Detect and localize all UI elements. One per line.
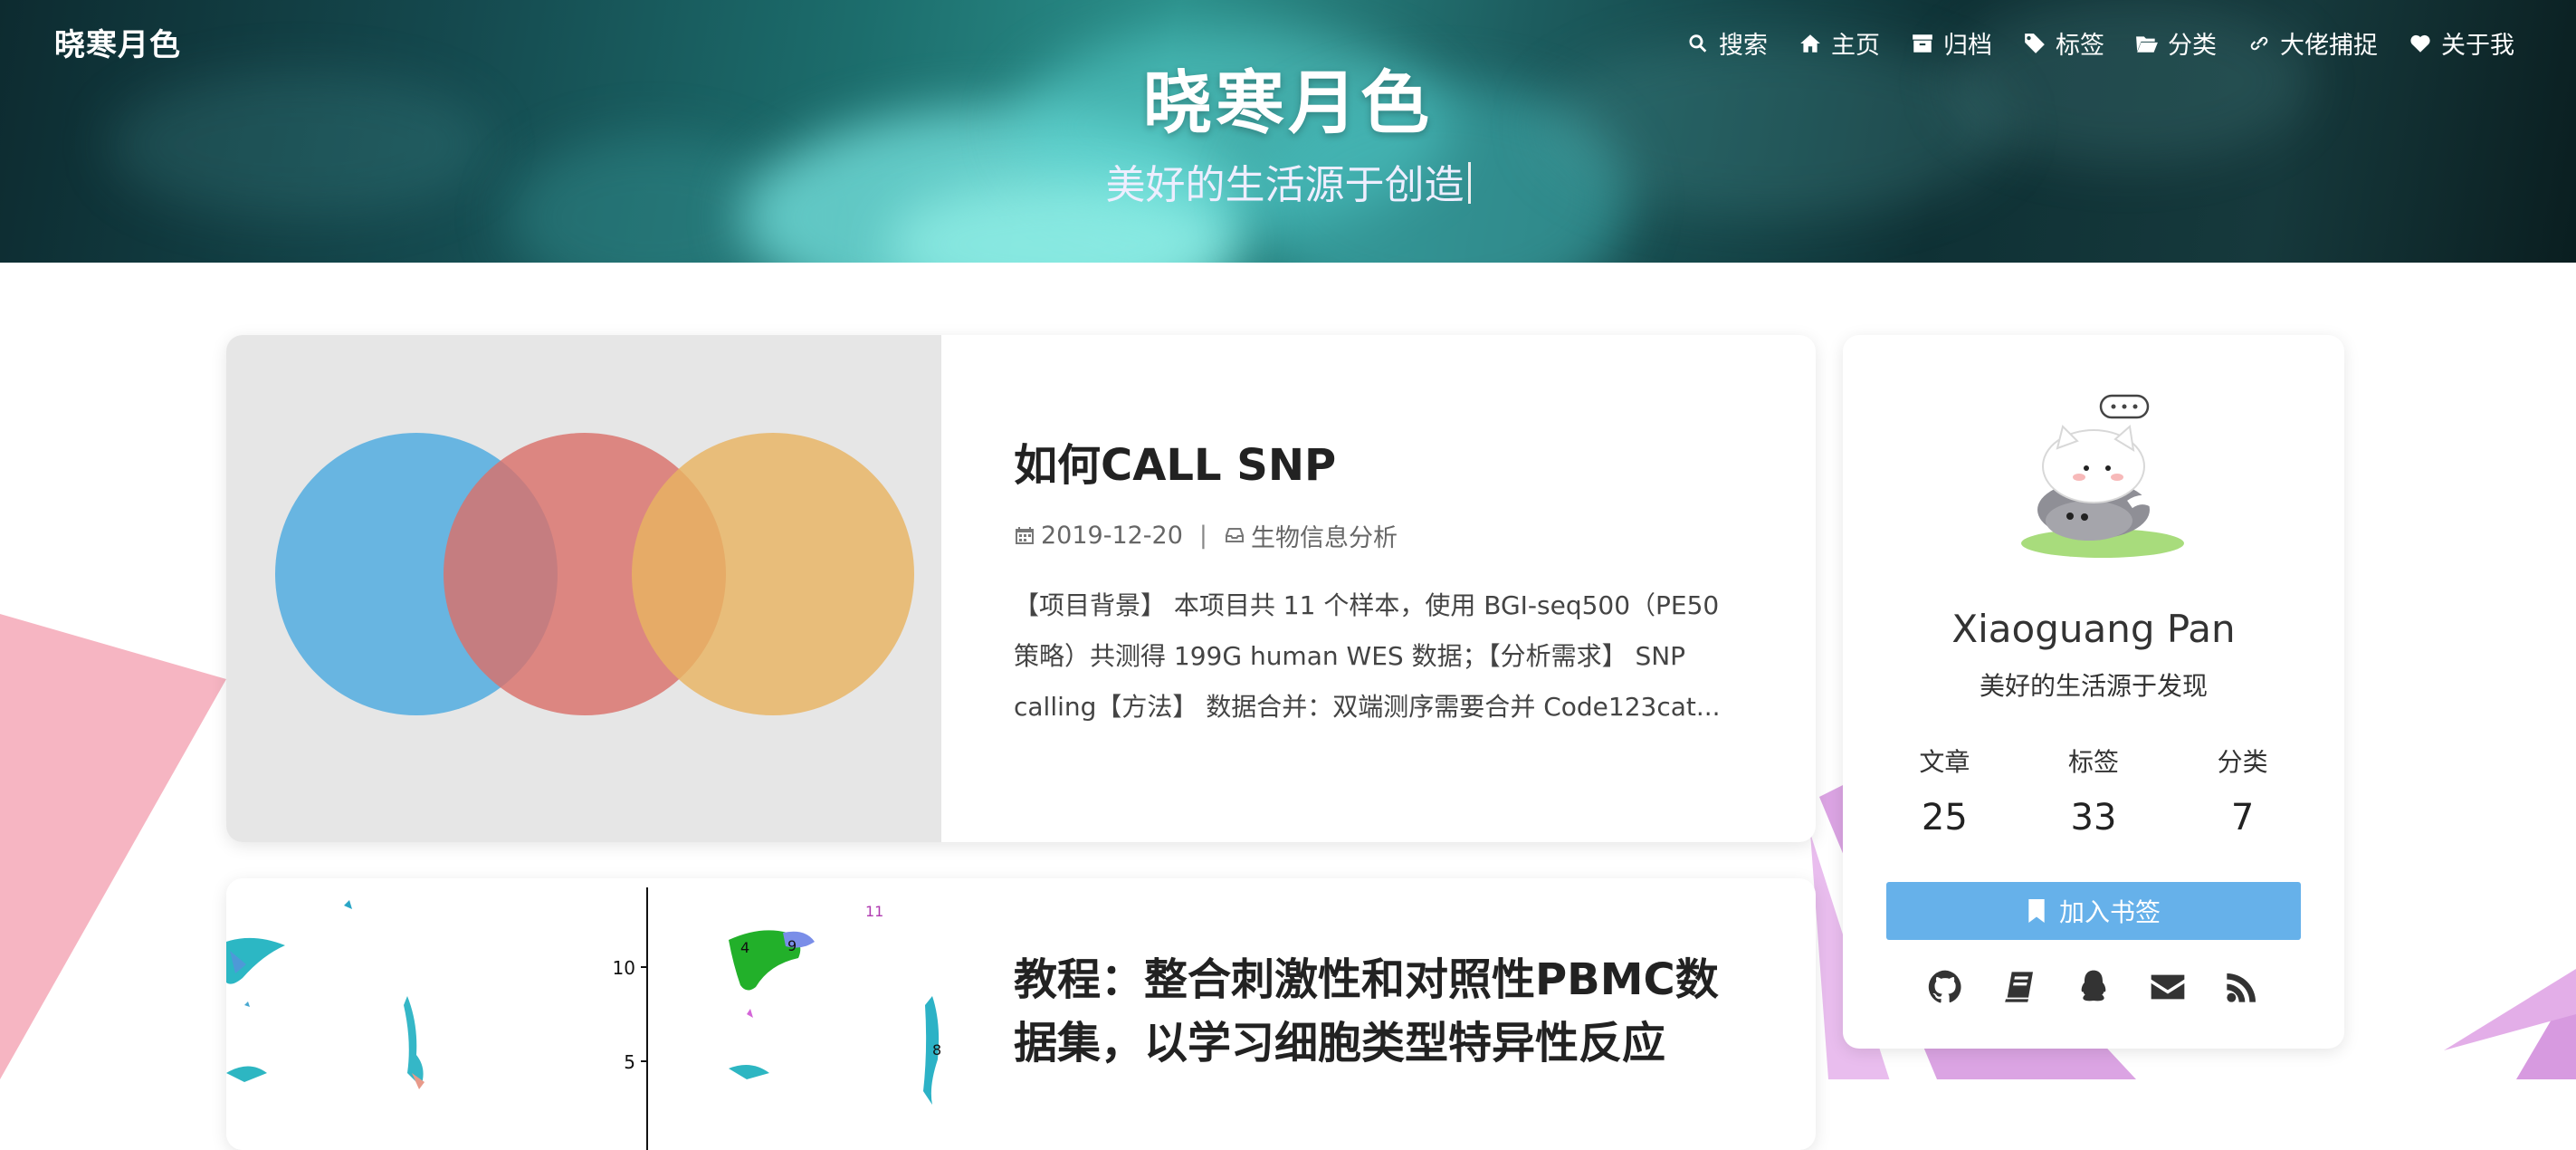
cluster-label: 4	[740, 939, 749, 956]
post-thumbnail[interactable]	[226, 335, 941, 842]
post-body: 教程：整合刺激性和对照性PBMC数据集，以学习细胞类型特异性反应	[1014, 878, 1734, 1075]
post-meta: 2019-12-20 | 生物信息分析	[1014, 518, 1734, 553]
cluster-label: 8	[932, 1041, 941, 1059]
inbox-icon	[1226, 528, 1245, 543]
profile-name: Xiaoguang Pan	[1951, 607, 2236, 651]
stat-tags[interactable]: 标签 33	[2030, 743, 2157, 839]
rss-link[interactable]	[2224, 969, 2260, 1005]
profile-card: Xiaoguang Pan 美好的生活源于发现 文章 25 标签 33 分类 7…	[1843, 335, 2344, 1049]
profile-stats: 文章 25 标签 33 分类 7	[1843, 743, 2344, 839]
stat-label: 文章	[1919, 747, 1970, 777]
post-body: 如何CALL SNP 2019-12-20 | 生物信息分析 【项目背景】 本项…	[1014, 335, 1734, 733]
envelope-icon	[2151, 974, 2185, 1000]
stat-value: 33	[2070, 797, 2117, 839]
post-thumbnail[interactable]: 10 5 2 11 4 9 8	[226, 878, 941, 1150]
post-card[interactable]: 10 5 2 11 4 9 8 教程：整合刺激性和对照性PBMC数据集，以学习细…	[226, 878, 1816, 1150]
blog-link[interactable]	[2001, 969, 2037, 1005]
post-title[interactable]: 如何CALL SNP	[1014, 435, 1734, 498]
social-links	[1843, 969, 2344, 1005]
avatar[interactable]	[2003, 385, 2184, 566]
header-banner: 晓寒月色 搜索 主页 归档 标签 分类 大佬捕捉 关于我 晓寒月色 美好的生活源…	[0, 0, 2576, 263]
stat-value: 25	[1921, 797, 1968, 839]
github-icon	[1928, 970, 1961, 1003]
pink-triangle-decoration	[0, 614, 226, 1079]
post-excerpt: 【项目背景】 本项目共 11 个样本，使用 BGI-seq500（PE50 策略…	[1014, 589, 1721, 722]
post-card[interactable]: 如何CALL SNP 2019-12-20 | 生物信息分析 【项目背景】 本项…	[226, 335, 1816, 842]
axis-tick-label: 10	[613, 957, 635, 979]
profile-bio: 美好的生活源于发现	[1979, 671, 2208, 701]
venn-diagram-image	[275, 433, 914, 715]
bookmark-icon	[2028, 899, 2045, 923]
meta-separator: |	[1198, 521, 1208, 550]
stat-label: 标签	[2067, 747, 2119, 777]
stat-posts[interactable]: 文章 25	[1881, 743, 2008, 839]
subtitle-text: 美好的生活源于创造	[1105, 162, 1465, 208]
github-link[interactable]	[1927, 969, 1963, 1005]
axis-tick-label: 5	[624, 1051, 635, 1073]
stat-categories[interactable]: 分类 7	[2180, 743, 2306, 839]
rss-icon	[2227, 973, 2256, 1002]
qq-icon	[2081, 970, 2106, 1001]
book-icon	[2005, 972, 2033, 1002]
cluster-label: 9	[787, 937, 797, 954]
typing-cursor	[1467, 162, 1471, 204]
site-title: 晓寒月色	[1143, 62, 1433, 143]
stat-value: 7	[2230, 797, 2255, 839]
bookmark-label: 加入书签	[2058, 897, 2161, 927]
bookmark-button[interactable]: 加入书签	[1886, 882, 2301, 940]
stat-label: 分类	[2217, 747, 2268, 777]
qq-link[interactable]	[2075, 969, 2112, 1005]
email-link[interactable]	[2150, 969, 2186, 1005]
post-date: 2019-12-20	[1041, 521, 1183, 550]
cluster-label: 11	[865, 903, 883, 920]
site-subtitle: 美好的生活源于创造	[0, 152, 2576, 210]
post-category[interactable]: 生物信息分析	[1251, 518, 1398, 553]
post-title[interactable]: 教程：整合刺激性和对照性PBMC数据集，以学习细胞类型特异性反应	[1014, 949, 1734, 1075]
umap-plot-image: 10 5 2 11 4 9 8	[226, 887, 941, 1150]
calendar-icon	[1016, 527, 1034, 545]
